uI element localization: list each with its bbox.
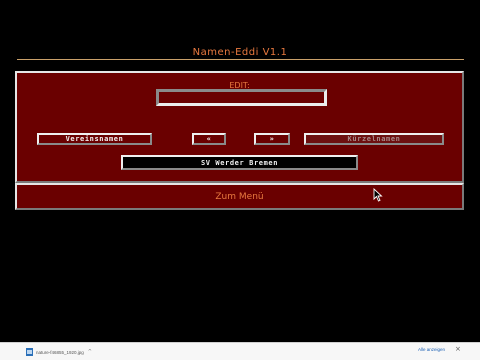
app-title: Namen-Eddi V1.1 [192,47,288,58]
mouse-pointer-icon [373,188,383,202]
show-all-downloads-link[interactable]: Alle anzeigen [418,347,445,352]
close-icon[interactable]: × [455,345,461,353]
edit-input[interactable] [156,89,327,106]
image-file-icon [26,348,33,356]
abbreviations-button[interactable]: Kürzelnamen [304,133,444,145]
next-button[interactable]: » [254,133,290,145]
download-item[interactable]: nature-f46855_1920.jpg ^ [3,346,98,358]
current-club-name[interactable]: SV Werder Bremen [121,155,358,170]
chevron-up-icon[interactable]: ^ [88,349,92,355]
clubnames-button[interactable]: Vereinsnamen [37,133,152,145]
download-file-name: nature-f46855_1920.jpg [36,349,84,355]
previous-button[interactable]: « [192,133,226,145]
download-bar: nature-f46855_1920.jpg ^ Alle anzeigen × [0,342,480,360]
title-divider [17,59,464,60]
back-to-menu-label: Zum Menü [215,191,264,202]
back-to-menu-button[interactable]: Zum Menü [15,183,464,210]
editor-panel: EDIT: Vereinsnamen « » Kürzelnamen SV We… [15,71,464,183]
